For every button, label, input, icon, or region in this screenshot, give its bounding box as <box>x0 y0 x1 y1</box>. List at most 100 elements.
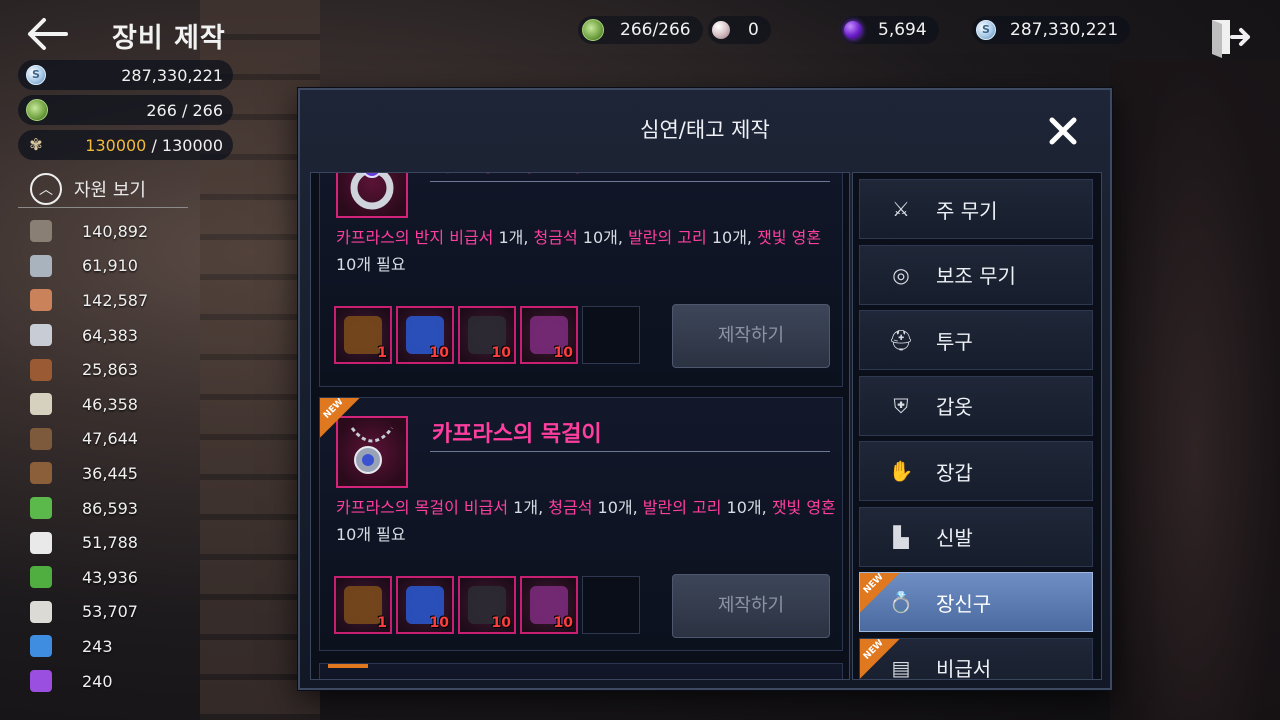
category-tab[interactable]: ⛨ 갑옷 <box>859 375 1093 436</box>
helmet-icon: ⛑ <box>888 328 914 352</box>
material-item: 142,587 <box>18 283 233 318</box>
material-count: 61,910 <box>82 256 138 276</box>
material-slot[interactable]: 10 <box>520 576 578 634</box>
pearl-icon <box>712 21 730 39</box>
category-label: 갑옷 <box>936 395 973 419</box>
new-badge: NEW <box>860 639 902 680</box>
plank-icon <box>30 427 52 450</box>
top-purple-value: 5,694 <box>878 20 927 40</box>
material-item: 51,788 <box>18 525 233 560</box>
top-bar: 장비 제작 266/266 0 5,694 S 287,330,221 <box>0 0 1280 60</box>
purple-orb-icon <box>844 21 862 39</box>
material-item: 86,593 <box>18 491 233 526</box>
desc-text: 10개, <box>721 498 772 517</box>
material-slot[interactable]: 10 <box>520 306 578 364</box>
material-slot[interactable]: 10 <box>396 576 454 634</box>
new-indicator <box>328 664 368 668</box>
material-slot[interactable]: 10 <box>458 576 516 634</box>
craft-button[interactable]: 제작하기 <box>672 304 830 368</box>
material-item: 47,644 <box>18 422 233 457</box>
desc-text: 10개 필요 <box>336 525 406 544</box>
category-tab[interactable]: NEW ▤ 비급서 <box>859 637 1093 680</box>
energy-max: / 130000 <box>146 135 223 155</box>
highlighted-text: 카프라스의 목걸이 비급서 <box>336 498 509 517</box>
material-count: 10 <box>491 345 511 361</box>
category-tab[interactable]: NEW 💍 장신구 <box>859 572 1093 632</box>
silver-shard-icon <box>30 324 52 347</box>
back-arrow-icon[interactable] <box>24 14 72 54</box>
highlighted-text: 잿빛 영혼 <box>771 498 836 517</box>
material-item: 53,707 <box>18 595 233 630</box>
material-count: 10 <box>429 615 449 631</box>
material-count: 10 <box>553 345 573 361</box>
material-item: 43,936 <box>18 560 233 595</box>
category-label: 장갑 <box>936 460 973 485</box>
material-list: 140,892 61,910 142,587 64,383 25,863 46,358 47… <box>18 214 233 698</box>
material-count: 1 <box>377 615 387 631</box>
energy-value: 130000 / 130000 <box>85 136 223 155</box>
material-slot[interactable]: 1 <box>334 306 392 364</box>
new-badge: NEW <box>860 573 902 615</box>
material-count: 243 <box>82 636 113 656</box>
recipe-card: 카프라스의 반지 카프라스의 반지 비급서 1개, 청금석 10개, 발란의 고… <box>319 173 843 387</box>
blue-crystal-icon <box>30 635 52 658</box>
log-icon <box>30 358 52 381</box>
branch-icon <box>30 462 52 485</box>
craft-button[interactable]: 제작하기 <box>672 574 830 638</box>
ring-item-icon <box>336 173 408 218</box>
material-count: 10 <box>429 345 449 361</box>
view-resources-label: 자원 보기 <box>74 179 146 201</box>
highlighted-text: 발란의 고리 <box>642 498 722 517</box>
new-badge: NEW <box>320 398 360 438</box>
top-pearl: 0 <box>708 16 771 44</box>
material-item: 240 <box>18 664 233 699</box>
top-purple: 5,694 <box>840 16 939 44</box>
crossed-swords-icon: ⚔ <box>892 197 910 221</box>
category-label: 신발 <box>936 526 973 550</box>
recipe-name: 카프라스의 목걸이 <box>430 416 830 452</box>
new-badge-label: NEW <box>861 573 886 596</box>
close-icon[interactable] <box>1046 114 1080 148</box>
material-item: 64,383 <box>18 318 233 353</box>
category-tab[interactable]: ▙ 신발 <box>859 506 1093 567</box>
new-badge-label: NEW <box>321 398 346 421</box>
highlighted-text: 청금석 <box>533 228 578 247</box>
material-slots: 1 10 10 10 <box>334 576 644 634</box>
material-item: 61,910 <box>18 249 233 284</box>
top-stamina-value: 266/266 <box>620 20 691 40</box>
recipe-description: 카프라스의 목걸이 비급서 1개, 청금석 10개, 발란의 고리 10개, 잿… <box>336 494 836 548</box>
desc-text: 1개, <box>508 498 549 517</box>
exit-door-icon[interactable] <box>1206 14 1252 60</box>
material-count: 86,593 <box>82 498 138 518</box>
material-item: 46,358 <box>18 387 233 422</box>
silver-coin-icon: S <box>26 65 46 85</box>
category-tab[interactable]: ◎ 보조 무기 <box>859 244 1093 305</box>
material-item: 243 <box>18 629 233 664</box>
category-label: 보조 무기 <box>936 264 1016 288</box>
material-count: 51,788 <box>82 533 138 553</box>
recipe-list[interactable]: 카프라스의 반지 카프라스의 반지 비급서 1개, 청금석 10개, 발란의 고… <box>310 172 850 680</box>
category-list[interactable]: ⚔ 주 무기 ◎ 보조 무기 ⛑ 투구 ⛨ 갑옷 ✋ 장갑 ▙ 신발 NEW 💍 장신구 NEW ▤ 비급서 <box>852 172 1102 680</box>
top-stamina: 266/266 <box>578 16 703 44</box>
category-label: 비급서 <box>936 657 992 680</box>
material-slots: 1 10 10 10 <box>334 306 644 364</box>
material-count: 46,358 <box>82 394 138 414</box>
material-slot[interactable]: 1 <box>334 576 392 634</box>
boots-icon: ▙ <box>893 524 909 549</box>
gloves-icon: ✋ <box>888 459 914 483</box>
material-item: 25,863 <box>18 352 233 387</box>
material-count: 64,383 <box>82 325 138 345</box>
category-tab[interactable]: ✋ 장갑 <box>859 441 1093 501</box>
material-count: 43,936 <box>82 567 138 587</box>
top-silver: S 287,330,221 <box>972 16 1131 44</box>
category-tab[interactable]: ⚔ 주 무기 <box>859 179 1093 239</box>
desc-text: 10개 필요 <box>336 255 406 274</box>
page-title: 장비 제작 <box>112 23 226 54</box>
category-tab[interactable]: ⛑ 투구 <box>859 310 1093 370</box>
material-count: 10 <box>491 615 511 631</box>
view-resources-toggle[interactable]: ︿ 자원 보기 <box>18 170 188 208</box>
round-shield-icon: ◎ <box>892 262 910 287</box>
material-slot[interactable]: 10 <box>396 306 454 364</box>
material-item: 36,445 <box>18 456 233 491</box>
material-slot[interactable]: 10 <box>458 306 516 364</box>
